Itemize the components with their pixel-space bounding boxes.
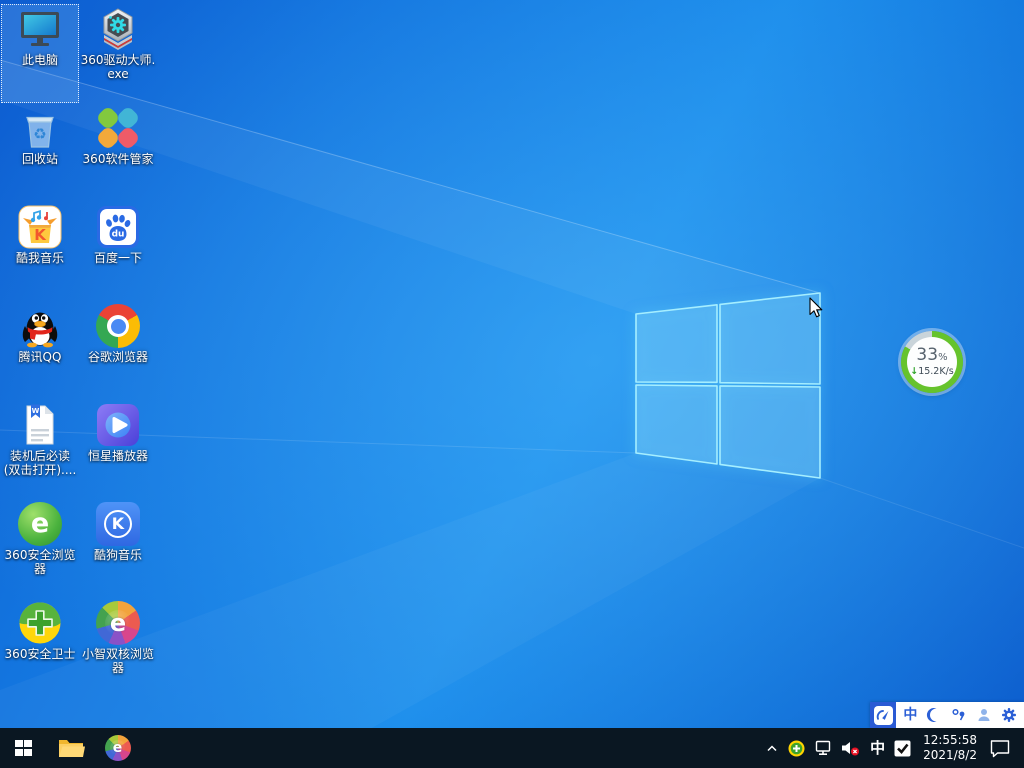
desktop-icon-label: 酷我音乐 xyxy=(16,252,64,266)
network-icon[interactable] xyxy=(814,728,832,768)
desktop-icon-label: 360软件管家 xyxy=(83,153,154,167)
desktop-icon-google-chrome[interactable]: 谷歌浏览器 xyxy=(79,301,157,400)
taskbar-browser-button[interactable]: e xyxy=(94,728,141,768)
tray-ime-mode-indicator[interactable]: 中 xyxy=(870,741,885,756)
taskbar: e xyxy=(0,728,1024,768)
svg-text:K: K xyxy=(34,226,47,244)
desktop-icon-this-pc[interactable]: 此电脑 xyxy=(1,4,79,103)
desktop-icon-setup-readme[interactable]: W 装机后必读(双击打开).... xyxy=(1,400,79,499)
360-software-manager-icon xyxy=(96,106,140,150)
action-center-icon[interactable] xyxy=(989,728,1011,768)
taskbar-file-explorer-button[interactable] xyxy=(47,728,94,768)
tray-time: 12:55:58 xyxy=(923,733,977,748)
windows-desktop: 此电脑 xyxy=(0,0,1024,768)
net-speed-ball-face: 33% ↓15.2K/s xyxy=(907,337,957,387)
hidden-icons-chevron[interactable] xyxy=(765,728,779,768)
start-button[interactable] xyxy=(0,728,47,768)
mouse-cursor xyxy=(809,297,824,319)
desktop-icon-kuwo-music[interactable]: K 酷我音乐 xyxy=(1,202,79,301)
desktop-icon-grid: 此电脑 xyxy=(1,4,157,697)
desktop-icon-label: 小智双核浏览器 xyxy=(80,648,156,675)
desktop-icon-xiaozhi-browser[interactable]: e 小智双核浏览器 xyxy=(79,598,157,697)
desktop-icon-tencent-qq[interactable]: 腾讯QQ xyxy=(1,301,79,400)
this-pc-icon xyxy=(18,7,62,51)
desktop-icon-360-secure-browser[interactable]: e 360安全浏览器 xyxy=(1,499,79,598)
ime-status-bar: 中 xyxy=(870,702,1024,728)
desktop-icon-360-driver-master[interactable]: 360驱动大师.exe xyxy=(79,4,157,103)
desktop-icon-label: 百度一下 xyxy=(94,252,142,266)
file-explorer-icon xyxy=(57,736,85,760)
xiaozhi-browser-taskbar-icon: e xyxy=(105,735,131,761)
tray-checkmark-app-icon[interactable] xyxy=(894,728,911,768)
tray-360-guard-icon[interactable] xyxy=(788,728,805,768)
system-tray: 中 12:55:58 2021/8/2 xyxy=(765,728,1024,768)
percent-unit: % xyxy=(938,352,948,363)
desktop-icon-label: 装机后必读(双击打开).... xyxy=(2,450,78,477)
360-browser-icon: e xyxy=(18,502,62,546)
ime-chinese-mode-button[interactable]: 中 xyxy=(903,708,917,722)
desktop-icon-label: 360驱动大师.exe xyxy=(80,54,156,81)
memory-percent: 33 xyxy=(916,345,938,365)
desktop-icon-label: 360安全卫士 xyxy=(5,648,76,662)
windows-logo xyxy=(636,293,820,478)
desktop-icon-360-safe-guard[interactable]: 360安全卫士 xyxy=(1,598,79,697)
chrome-icon xyxy=(96,304,140,348)
download-speed: 15.2K/s xyxy=(918,366,954,377)
360-guard-icon xyxy=(18,601,62,645)
desktop-icon-360-software-manager[interactable]: 360软件管家 xyxy=(79,103,157,202)
desktop-icon-label: 回收站 xyxy=(22,153,58,167)
desktop-icon-label: 此电脑 xyxy=(22,54,58,68)
xiaozhi-browser-icon: e xyxy=(96,601,140,645)
kugou-icon: K xyxy=(96,502,140,546)
kuwo-music-icon: K xyxy=(18,205,62,249)
download-arrow-icon: ↓ xyxy=(910,366,918,377)
desktop-icon-recycle-bin[interactable]: ♻ 回收站 xyxy=(1,103,79,202)
desktop-icon-label: 谷歌浏览器 xyxy=(88,351,148,365)
windows-start-icon xyxy=(15,740,32,757)
desktop-icon-label: 恒星播放器 xyxy=(88,450,148,464)
svg-text:W: W xyxy=(32,407,40,415)
net-speed-ball[interactable]: 33% ↓15.2K/s xyxy=(901,331,963,393)
desktop-icon-label: 腾讯QQ xyxy=(19,351,62,365)
ime-logo-gauge-icon xyxy=(874,706,893,725)
360-driver-master-icon xyxy=(96,7,140,51)
volume-muted-icon[interactable] xyxy=(841,728,861,768)
desktop-icon-kugou-music[interactable]: K 酷狗音乐 xyxy=(79,499,157,598)
ime-logo-button[interactable] xyxy=(870,702,896,728)
svg-text:du: du xyxy=(112,230,125,240)
svg-text:♻: ♻ xyxy=(33,125,46,143)
tray-clock[interactable]: 12:55:58 2021/8/2 xyxy=(923,733,977,763)
recycle-bin-icon: ♻ xyxy=(18,106,62,150)
readme-document-icon: W xyxy=(18,403,62,447)
desktop-icon-baidu[interactable]: du 百度一下 xyxy=(79,202,157,301)
star-player-icon xyxy=(96,403,140,447)
desktop-icon-label: 酷狗音乐 xyxy=(94,549,142,563)
qq-penguin-icon xyxy=(18,304,62,348)
tray-date: 2021/8/2 xyxy=(923,748,977,763)
baidu-icon: du xyxy=(96,205,140,249)
desktop-icon-label: 360安全浏览器 xyxy=(2,549,78,576)
desktop-icon-hengxing-player[interactable]: 恒星播放器 xyxy=(79,400,157,499)
